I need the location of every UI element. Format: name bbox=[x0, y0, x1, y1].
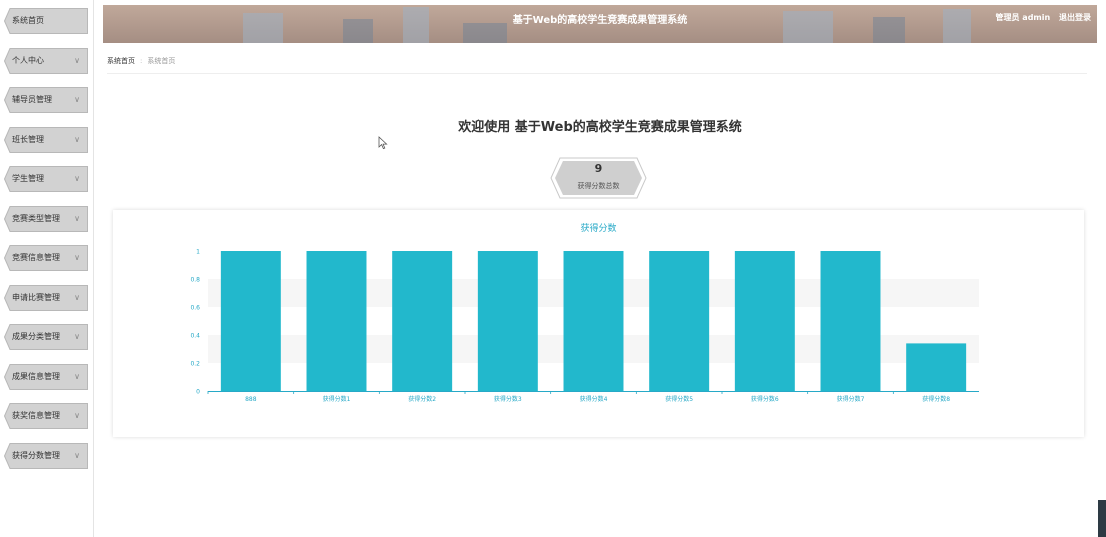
bar[interactable] bbox=[649, 251, 710, 391]
sidebar-item-label: 辅导员管理 bbox=[12, 95, 52, 104]
sidebar-item-competition-type[interactable]: 竞赛类型管理 ∨ bbox=[4, 205, 88, 232]
x-tick-label: 获得分数8 bbox=[922, 395, 950, 403]
chevron-down-icon: ∨ bbox=[74, 95, 80, 104]
sidebar-item-profile[interactable]: 个人中心 ∨ bbox=[4, 47, 88, 74]
x-tick-label: 888 bbox=[245, 396, 257, 403]
logout-link[interactable]: 退出登录 bbox=[1059, 13, 1091, 22]
sidebar-item-award-info[interactable]: 获奖信息管理 ∨ bbox=[4, 403, 88, 429]
chevron-down-icon: ∨ bbox=[74, 411, 80, 420]
x-tick-label: 获得分数1 bbox=[323, 395, 351, 403]
app-title: 基于Web的高校学生竞赛成果管理系统 bbox=[512, 15, 688, 26]
x-tick-label: 获得分数2 bbox=[408, 395, 436, 403]
sidebar-item-counselor[interactable]: 辅导员管理 ∨ bbox=[4, 87, 88, 113]
bar[interactable] bbox=[392, 251, 453, 391]
sidebar-item-label: 成果分类管理 bbox=[12, 332, 60, 341]
stat-label: 获得分数总数 bbox=[577, 182, 620, 190]
breadcrumb: 系统首页: 系统首页 bbox=[107, 56, 175, 66]
user-name: 管理员 admin bbox=[995, 13, 1051, 22]
score-bar-chart: 0 0.2 0.4 0.6 0.8 1 888 获得分数1 获得分数2 获得分数3 获得分数4 获得分… bbox=[190, 249, 979, 403]
sidebar-item-result-info[interactable]: 成果信息管理 ∨ bbox=[4, 363, 88, 390]
sidebar-item-label: 学生管理 bbox=[12, 174, 44, 183]
chevron-down-icon: ∨ bbox=[74, 55, 80, 65]
sidebar-item-result-category[interactable]: 成果分类管理 ∨ bbox=[4, 324, 88, 350]
sidebar-item-label: 获得分数管理 bbox=[12, 450, 60, 460]
sidebar-item-apply-competition[interactable]: 申请比赛管理 ∨ bbox=[4, 284, 88, 311]
sidebar-item-label: 获奖信息管理 bbox=[12, 411, 60, 420]
bar[interactable] bbox=[734, 251, 795, 391]
sidebar-item-label: 班长管理 bbox=[12, 134, 44, 144]
chevron-down-icon: ∨ bbox=[74, 253, 80, 262]
sidebar-item-competition-info[interactable]: 竞赛信息管理 ∨ bbox=[4, 245, 88, 271]
scrollbar-thumb[interactable] bbox=[1098, 500, 1106, 537]
bar[interactable] bbox=[563, 251, 624, 391]
chevron-down-icon: ∨ bbox=[74, 174, 80, 183]
stat-value: 9 bbox=[594, 162, 603, 175]
x-tick-label: 获得分数3 bbox=[494, 395, 522, 403]
welcome-heading: 欢迎使用 基于Web的高校学生竞赛成果管理系统 bbox=[458, 120, 742, 135]
header-banner: 基于Web的高校学生竞赛成果管理系统 管理员 admin 退出登录 bbox=[103, 5, 1097, 43]
chevron-down-icon: ∨ bbox=[74, 450, 80, 460]
sidebar-item-monitor[interactable]: 班长管理 ∨ bbox=[4, 126, 88, 153]
y-tick-label: 0.6 bbox=[190, 305, 200, 312]
header-user-area: 管理员 admin 退出登录 bbox=[990, 5, 1091, 31]
sidebar-item-label: 竞赛信息管理 bbox=[12, 253, 60, 262]
x-tick-label: 获得分数5 bbox=[665, 395, 693, 403]
sidebar-item-label: 系统首页 bbox=[12, 16, 44, 25]
chevron-down-icon: ∨ bbox=[74, 213, 80, 223]
sidebar: 系统首页 个人中心 ∨ 辅导员管理 ∨ 班长管理 ∨ 学生管理 ∨ 竞赛类型管理 ∨ 竞赛信息管理 ∨ 申… bbox=[0, 0, 94, 537]
x-tick-label: 获得分数4 bbox=[580, 395, 608, 403]
sidebar-item-home[interactable]: 系统首页 bbox=[4, 8, 88, 34]
sidebar-item-label: 竞赛类型管理 bbox=[12, 213, 60, 223]
sidebar-item-score[interactable]: 获得分数管理 ∨ bbox=[4, 442, 88, 469]
chevron-down-icon: ∨ bbox=[74, 332, 80, 341]
x-tick-label: 获得分数7 bbox=[837, 395, 865, 403]
bar[interactable] bbox=[820, 251, 881, 391]
chevron-down-icon: ∨ bbox=[74, 134, 80, 144]
sidebar-item-student[interactable]: 学生管理 ∨ bbox=[4, 166, 88, 192]
chevron-down-icon: ∨ bbox=[74, 371, 80, 381]
y-tick-label: 1 bbox=[196, 249, 200, 256]
y-tick-label: 0.2 bbox=[190, 361, 200, 368]
y-tick-label: 0.8 bbox=[190, 277, 200, 284]
chevron-down-icon: ∨ bbox=[74, 292, 80, 302]
sidebar-item-label: 成果信息管理 bbox=[12, 371, 60, 381]
breadcrumb-current: 系统首页 bbox=[147, 57, 176, 65]
chart-card: 获得分数 0 0.2 0.4 0.6 0.8 1 888 获得分数1 获得分数2 获得分数3 获得分… bbox=[113, 210, 1084, 437]
divider bbox=[107, 73, 1087, 74]
bar[interactable] bbox=[306, 251, 367, 391]
mouse-cursor-icon bbox=[378, 136, 388, 150]
bar[interactable] bbox=[477, 251, 538, 391]
bar[interactable] bbox=[906, 343, 967, 391]
sidebar-item-label: 申请比赛管理 bbox=[12, 292, 60, 302]
y-tick-label: 0.4 bbox=[190, 333, 200, 340]
breadcrumb-separator: : bbox=[140, 57, 143, 65]
stat-card: 9 获得分数总数 bbox=[550, 157, 647, 199]
x-tick-label: 获得分数6 bbox=[751, 395, 779, 403]
bar[interactable] bbox=[220, 251, 281, 391]
sidebar-item-label: 个人中心 bbox=[12, 55, 44, 65]
breadcrumb-home[interactable]: 系统首页 bbox=[107, 57, 135, 65]
y-tick-label: 0 bbox=[196, 389, 200, 396]
